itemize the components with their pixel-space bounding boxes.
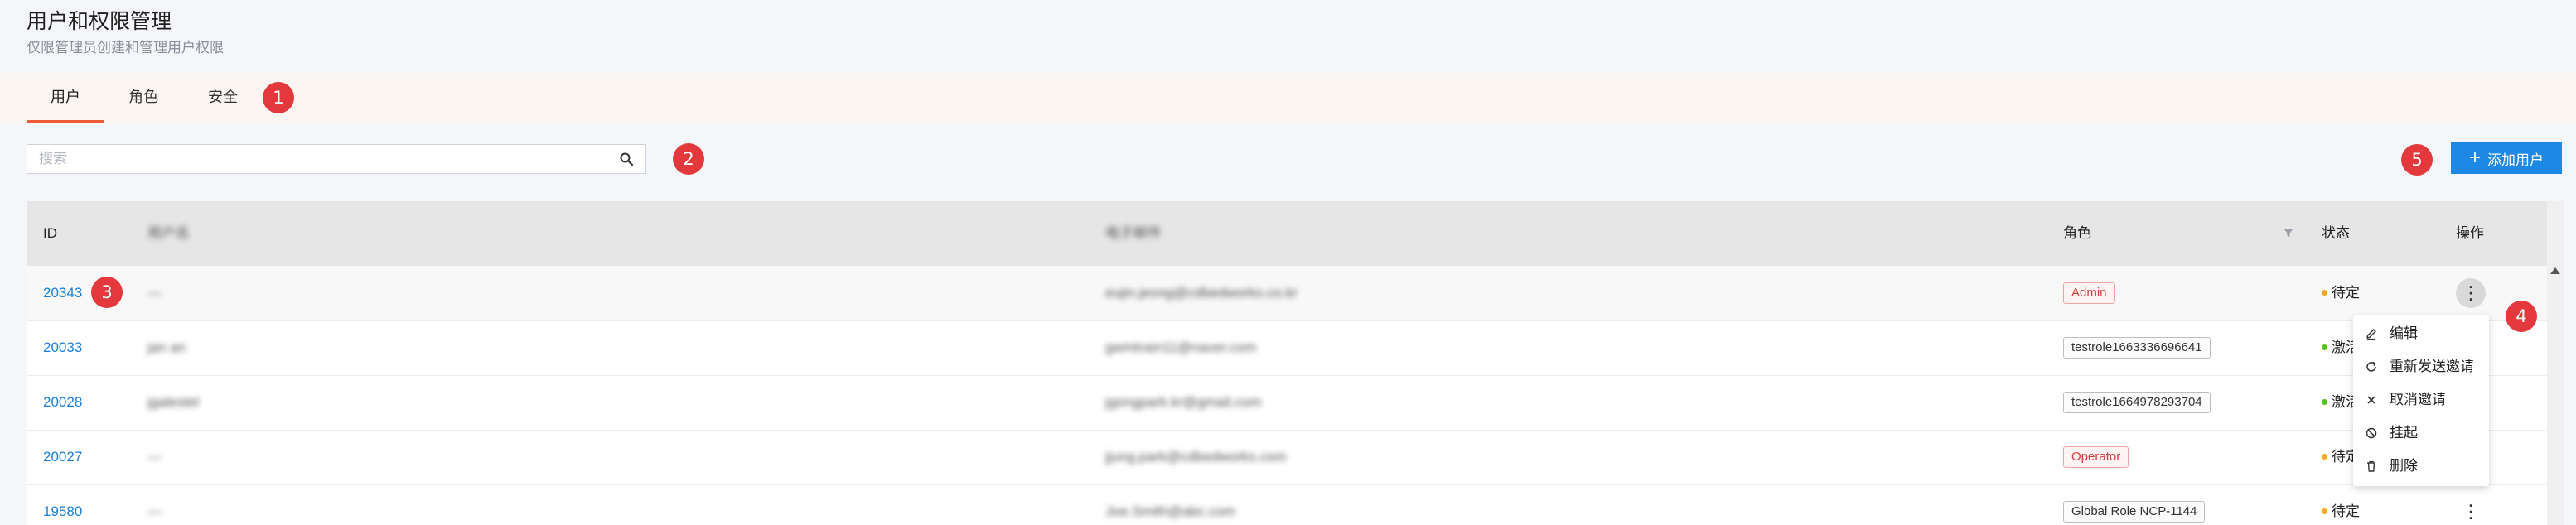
username-cell: jgalestel	[147, 394, 200, 410]
close-icon	[2367, 396, 2375, 404]
annotation-marker-3: 3	[91, 277, 123, 308]
email-cell: jjung.park@cdbedworks.com	[1105, 449, 1287, 465]
menu-item-cancel-invite[interactable]: 取消邀请	[2353, 383, 2489, 417]
column-header-status[interactable]: 状态	[2322, 201, 2350, 266]
filter-icon[interactable]	[2282, 226, 2295, 239]
status-text: 待定	[2332, 503, 2360, 519]
scroll-up-arrow-icon[interactable]	[2550, 267, 2560, 274]
column-header-email[interactable]: 电子邮件	[1105, 201, 1162, 266]
username-cell: —	[147, 285, 162, 301]
menu-item-label: 编辑	[2390, 325, 2418, 341]
user-id-link[interactable]: 20343	[43, 285, 82, 301]
column-header-username[interactable]: 用户名	[147, 201, 190, 266]
user-id-link[interactable]: 20033	[43, 340, 82, 355]
role-tag: testrole1663336696641	[2063, 337, 2211, 359]
row-actions-menu: 编辑 重新发送邀请 取消邀请 挂起 删除	[2353, 315, 2489, 486]
annotation-marker-2: 2	[673, 143, 704, 175]
page-header: 用户和权限管理 仅限管理员创建和管理用户权限	[27, 8, 224, 59]
search-input[interactable]	[27, 145, 622, 173]
role-tag: Operator	[2063, 446, 2129, 468]
username-cell: —	[147, 449, 162, 465]
page-subtitle: 仅限管理员创建和管理用户权限	[27, 40, 224, 55]
menu-item-label: 重新发送邀请	[2390, 359, 2474, 374]
role-tag: testrole1664978293704	[2063, 392, 2211, 413]
column-header-actions: 操作	[2456, 225, 2484, 241]
menu-item-label: 删除	[2390, 458, 2418, 474]
refresh-icon	[2366, 361, 2376, 372]
tab-users[interactable]: 用户	[27, 73, 104, 123]
table-row[interactable]: 20343 — eujin.jeong@cdbedworks.co.kr Adm…	[27, 266, 2547, 321]
annotation-marker-1: 1	[263, 82, 294, 113]
tab-roles[interactable]: 角色	[116, 73, 171, 123]
status-dot	[2322, 454, 2327, 460]
trash-icon	[2367, 460, 2375, 472]
username-cell: —	[147, 503, 162, 519]
email-cell: eujin.jeong@cdbedworks.co.kr	[1105, 285, 1298, 301]
search-box	[27, 144, 646, 174]
tab-bar: 用户 角色 安全	[0, 73, 2576, 123]
table-scrollbar[interactable]	[2547, 201, 2564, 525]
plus-icon: +	[2468, 147, 2481, 169]
ban-icon	[2366, 427, 2377, 439]
column-header-role[interactable]: 角色	[2063, 201, 2091, 266]
table-row[interactable]: 20033 jan an gwmtrain11@naver.com testro…	[27, 320, 2547, 376]
email-cell: Joe.Smith@abc.com	[1105, 503, 1236, 519]
menu-item-delete[interactable]: 删除	[2353, 450, 2489, 483]
menu-item-edit[interactable]: 编辑	[2353, 317, 2489, 350]
tab-security[interactable]: 安全	[196, 73, 250, 123]
users-table: ID 用户名 电子邮件 角色 状态 操作 20343 — eujin.jeong…	[27, 201, 2547, 525]
status-dot	[2322, 290, 2327, 296]
status-cell: 待定	[2322, 484, 2360, 525]
page-title: 用户和权限管理	[27, 10, 172, 33]
add-user-button[interactable]: + 添加用户	[2451, 142, 2562, 174]
add-user-label: 添加用户	[2487, 152, 2544, 168]
table-header: ID 用户名 电子邮件 角色 状态 操作	[27, 201, 2547, 266]
role-tag: Admin	[2063, 282, 2115, 304]
table-row[interactable]: 19580 — Joe.Smith@abc.com Global Role NC…	[27, 484, 2547, 525]
annotation-marker-5: 5	[2401, 144, 2433, 176]
status-dot	[2322, 508, 2327, 514]
annotation-marker-4: 4	[2506, 301, 2537, 332]
email-cell: gwmtrain11@naver.com	[1105, 340, 1257, 355]
row-actions-button[interactable]: ⋮	[2456, 278, 2486, 308]
row-actions-button[interactable]: ⋮	[2456, 497, 2486, 525]
column-header-id[interactable]: ID	[43, 201, 57, 266]
menu-item-suspend[interactable]: 挂起	[2353, 417, 2489, 450]
menu-item-label: 取消邀请	[2390, 392, 2446, 407]
user-id-link[interactable]: 20028	[43, 394, 82, 410]
role-tag: Global Role NCP-1144	[2063, 501, 2206, 523]
menu-item-resend-invite[interactable]: 重新发送邀请	[2353, 350, 2489, 383]
search-icon[interactable]	[619, 152, 634, 166]
pencil-icon	[2366, 329, 2376, 340]
user-id-link[interactable]: 19580	[43, 503, 82, 519]
user-id-link[interactable]: 20027	[43, 449, 82, 465]
email-cell: jgongpark.kr@gmail.com	[1105, 394, 1262, 410]
table-row[interactable]: 20027 — jjung.park@cdbedworks.com Operat…	[27, 430, 2547, 485]
menu-item-label: 挂起	[2390, 425, 2418, 441]
username-cell: jan an	[147, 340, 186, 355]
table-row[interactable]: 20028 jgalestel jgongpark.kr@gmail.com t…	[27, 375, 2547, 431]
status-text: 待定	[2332, 285, 2360, 301]
status-dot	[2322, 399, 2327, 405]
status-cell: 待定	[2322, 266, 2360, 320]
status-dot	[2322, 344, 2327, 350]
